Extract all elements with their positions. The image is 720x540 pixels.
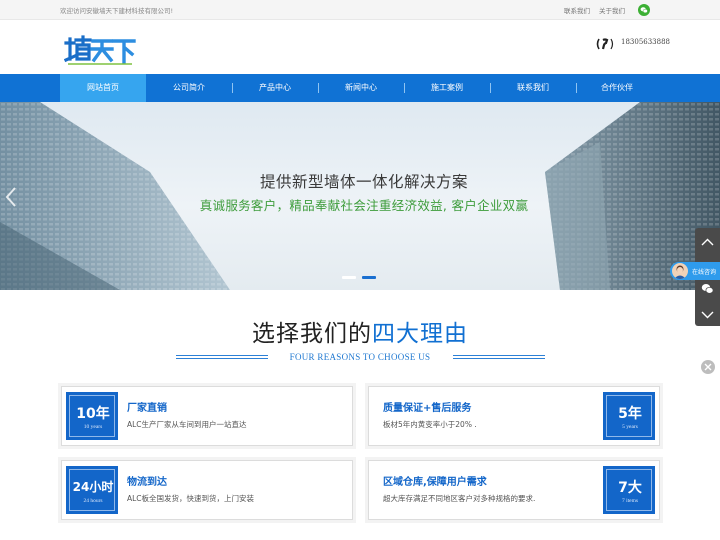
reason-card-direct-sales[interactable]: 10年 10 years 厂家直销 ALC生产厂家从车间到用户一站直达 — [61, 386, 353, 446]
reasons-title-part2: 四大理由 — [372, 321, 468, 347]
top-bar: 欢迎访问安徽墙天下建材科技有限公司! 联系我们 关于我们 — [0, 0, 720, 20]
badge-number: 10年 — [76, 406, 110, 422]
badge-caption: 7 items — [621, 498, 639, 504]
reason-card-warehouse[interactable]: 区域仓库,保障用户需求 超大库存满足不同地区客户对多种规格的要求. 7大 7 i… — [368, 460, 660, 520]
badge-caption: 5 years — [622, 424, 638, 430]
badge-frame: 24小时 24 hours — [69, 469, 115, 511]
welcome-text: 欢迎访问安徽墙天下建材科技有限公司! — [60, 7, 174, 15]
badge-number: 7大 — [618, 480, 642, 496]
reason-badge: 7大 7 items — [603, 466, 655, 514]
close-icon[interactable] — [701, 360, 715, 374]
reason-badge: 10年 10 years — [66, 392, 118, 440]
badge-caption: 10 years — [83, 424, 103, 430]
nav-item-contact[interactable]: 联系我们 — [490, 74, 576, 102]
badge-caption: 24 hours — [83, 498, 103, 504]
banner-title: 提供新型墙体一体化解决方案 — [259, 173, 468, 191]
wechat-icon[interactable] — [638, 4, 650, 16]
site-logo[interactable] — [63, 33, 136, 67]
nav-item-company[interactable]: 公司简介 — [146, 74, 232, 102]
reasons-subtitle: FOUR REASONS TO CHOOSE US — [289, 352, 431, 362]
side-scroll-top-button[interactable] — [695, 228, 720, 258]
badge-frame: 7大 7 items — [606, 469, 652, 511]
reasons-section-title: 选择我们的四大理由 — [0, 314, 720, 348]
banner-dot-active[interactable] — [362, 276, 376, 279]
banner-subtitle: 真诚服务客户，精品奉献社会注重经济效益, 客户企业双赢 — [199, 198, 529, 213]
about-us-link[interactable]: 关于我们 — [599, 5, 625, 15]
reason-card-title: 厂家直销 — [127, 403, 167, 414]
hero-banner[interactable]: 提供新型墙体一体化解决方案 真诚服务客户，精品奉献社会注重经济效益, 客户企业双… — [0, 102, 720, 290]
badge-frame: 10年 10 years — [69, 395, 115, 437]
contact-us-link[interactable]: 联系我们 — [564, 5, 590, 15]
reason-card-logistics[interactable]: 24小时 24 hours 物流到达 ALC板全国发货，快速到货，上门安装 — [61, 460, 353, 520]
reason-card-title: 物流到达 — [127, 477, 167, 488]
reason-card-desc: ALC板全国发货，快速到货，上门安装 — [127, 494, 255, 503]
phone-number[interactable]: 18305633888 — [621, 38, 670, 46]
nav-item-news[interactable]: 新闻中心 — [318, 74, 404, 102]
badge-number: 5年 — [618, 406, 642, 422]
badge-number: 24小时 — [72, 480, 114, 494]
reason-card-quality[interactable]: 质量保证+售后服务 板材5年内黄变率小于20% . 5年 5 years — [368, 386, 660, 446]
reason-badge: 24小时 24 hours — [66, 466, 118, 514]
consult-label: 在线咨询 — [692, 269, 717, 276]
reason-card-desc: 板材5年内黄变率小于20% . — [383, 420, 477, 429]
banner-dot[interactable] — [342, 276, 356, 279]
consultant-avatar — [672, 263, 688, 279]
nav-item-products[interactable]: 产品中心 — [232, 74, 318, 102]
subtitle-decor-line-right — [453, 355, 545, 359]
badge-frame: 5年 5 years — [606, 395, 652, 437]
main-nav: 网站首页 公司简介 产品中心 新闻中心 施工案例 联系我们 合作伙伴 — [0, 74, 720, 102]
nav-item-partners[interactable]: 合作伙伴 — [574, 74, 660, 102]
nav-item-home[interactable]: 网站首页 — [60, 74, 146, 102]
reason-badge: 5年 5 years — [603, 392, 655, 440]
site-header: 18305633888 — [0, 21, 720, 74]
reason-card-title: 区域仓库,保障用户需求 — [383, 477, 487, 488]
reasons-title-part1: 选择我们的 — [252, 321, 372, 347]
nav-item-cases[interactable]: 施工案例 — [404, 74, 490, 102]
reason-card-title: 质量保证+售后服务 — [383, 403, 472, 414]
reason-card-desc: ALC生产厂家从车间到用户一站直达 — [127, 420, 247, 429]
phone-icon — [596, 36, 616, 50]
online-consult-button[interactable]: 在线咨询 — [670, 262, 720, 280]
reason-card-desc: 超大库存满足不同地区客户对多种规格的要求. — [383, 494, 536, 503]
